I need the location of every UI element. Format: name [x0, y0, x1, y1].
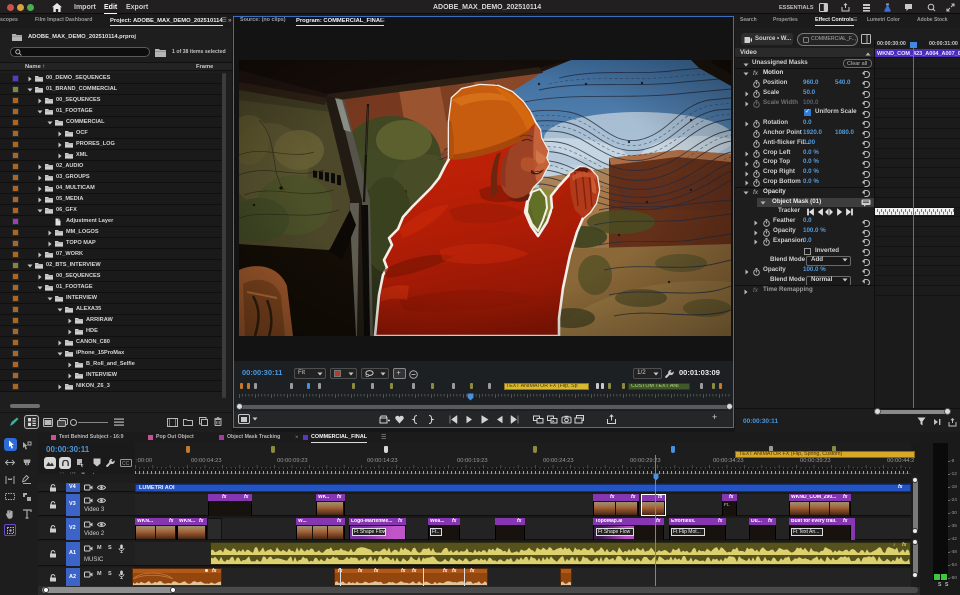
- svg-text:CC: CC: [122, 461, 130, 467]
